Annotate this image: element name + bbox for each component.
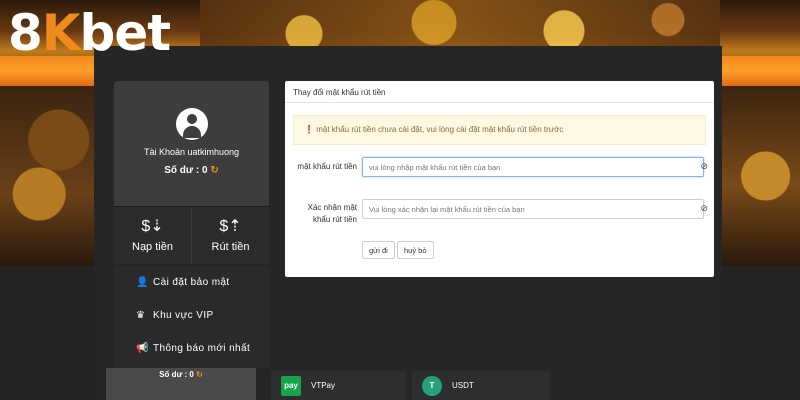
bottom-balance-value: 0: [189, 370, 194, 379]
password-input[interactable]: [362, 157, 704, 177]
deposit-icon: $⇣: [141, 218, 164, 235]
bottom-balance: Số dư : 0 ↻: [106, 368, 256, 400]
deposit-button[interactable]: $⇣ Nạp tiền: [114, 207, 191, 264]
payment-name: USDT: [452, 381, 474, 390]
withdraw-icon: $⇡: [219, 218, 242, 235]
brand-logo[interactable]: 8Kbet: [8, 8, 171, 58]
balance-value: 0: [202, 165, 208, 176]
avatar-icon: [175, 108, 208, 140]
eye-off-icon[interactable]: ⊘: [700, 203, 708, 214]
submit-button[interactable]: gửi đi: [362, 241, 395, 259]
refresh-icon[interactable]: ↻: [210, 165, 218, 176]
withdraw-password-card: Thay đổi mật khẩu rút tiền ❗ mật khẩu rú…: [285, 81, 714, 277]
balance-label: Số dư :: [164, 165, 200, 176]
warning-icon: ❗: [304, 125, 314, 134]
confirm-password-label: Xác nhận mật khẩu rút tiền: [307, 203, 357, 224]
deposit-label: Nạp tiền: [132, 241, 173, 253]
logo-tail: bet: [79, 4, 172, 62]
sidebar-menu: 👤 Cài đặt bảo mật ♛ Khu vực VIP 📢 Thông …: [114, 266, 269, 368]
account-name: Tài Khoản uatkimhuong: [143, 147, 240, 157]
sidebar-item-security[interactable]: 👤 Cài đặt bảo mật: [114, 266, 269, 299]
alert-text: mật khẩu rút tiền chưa cài đặt, vui lòng…: [316, 125, 564, 134]
sidebar-item-label: Khu vực VIP: [153, 310, 214, 321]
bottom-balance-label: Số dư :: [159, 370, 188, 379]
side-art-right: [714, 86, 800, 266]
usdt-logo-icon: T: [422, 375, 442, 396]
deposit-withdraw-row: $⇣ Nạp tiền $⇡ Rút tiền: [114, 206, 269, 264]
payment-vtpay[interactable]: pay VTPay: [271, 371, 406, 400]
confirm-password-input[interactable]: [362, 199, 704, 219]
logo-digit: 8: [8, 4, 43, 62]
side-art-left: [0, 86, 98, 266]
sidebar-item-label: Thông báo mới nhất: [153, 343, 251, 354]
withdraw-label: Rút tiền: [211, 241, 250, 253]
sidebar-item-vip[interactable]: ♛ Khu vực VIP: [114, 299, 269, 332]
user-security-icon: 👤: [136, 277, 149, 288]
megaphone-icon: 📢: [136, 343, 149, 354]
payment-name: VTPay: [311, 381, 336, 390]
warning-alert: ❗ mật khẩu rút tiền chưa cài đặt, vui lò…: [293, 115, 706, 145]
logo-k: K: [41, 4, 81, 62]
vip-crown-icon: ♛: [136, 310, 146, 321]
card-title: Thay đổi mật khẩu rút tiền: [285, 81, 714, 103]
eye-off-icon[interactable]: ⊘: [700, 161, 708, 172]
payment-usdt[interactable]: T USDT: [412, 371, 550, 400]
vtpay-logo-icon: pay: [281, 375, 301, 396]
user-panel: Tài Khoản uatkimhuong Số dư : 0 ↻: [114, 81, 269, 206]
password-label: mật khẩu rút tiền: [297, 162, 357, 171]
sidebar-item-notifications[interactable]: 📢 Thông báo mới nhất: [114, 332, 269, 365]
cancel-button[interactable]: huỷ bỏ: [397, 241, 434, 259]
sidebar-item-label: Cài đặt bảo mật: [153, 277, 230, 288]
balance: Số dư : 0 ↻: [114, 165, 269, 176]
refresh-icon[interactable]: ↻: [196, 370, 203, 379]
withdraw-button[interactable]: $⇡ Rút tiền: [191, 207, 269, 264]
